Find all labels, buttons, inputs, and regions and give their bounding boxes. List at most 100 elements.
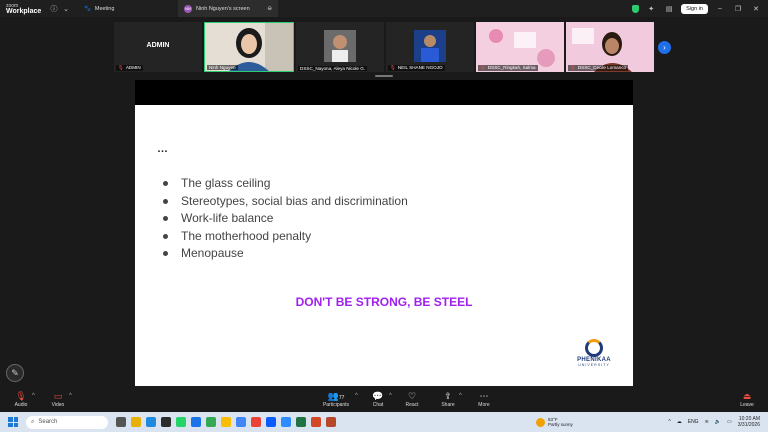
battery-icon[interactable]: ▭ (727, 419, 732, 425)
system-tray: ^ ☁ ENG ≋ 🔈 ▭ 10:20 AM 3/31/2026 (668, 416, 768, 428)
react-button[interactable]: ♡ React (397, 390, 427, 408)
more-options-icon[interactable]: ⊖ (267, 6, 272, 12)
mic-off-icon: 🎙 (390, 65, 396, 70)
resize-handle[interactable] (375, 75, 393, 77)
restore-icon[interactable]: ❐ (732, 5, 744, 13)
title-bar-right: ✦ ▤ Sign in – ❐ ✕ (632, 3, 768, 15)
close-icon[interactable]: ✕ (750, 5, 762, 13)
participant-name-label: Ninh Nguyen (207, 65, 238, 70)
participant-tile-active[interactable]: Ninh Nguyen (204, 22, 294, 72)
audio-label: Audio (14, 402, 28, 408)
participant-name-label: 🎙 DSSC_Cecile Lomanco (568, 65, 629, 71)
participant-name-label: DSSC_Nayona, Aleya Nicole G. (298, 66, 368, 71)
logo-sub: UNIVERSITY (578, 363, 610, 367)
participants-label: Participants (322, 402, 350, 408)
tab-screen-share[interactable]: NN Ninh Nguyen's screen ⊖ (178, 0, 278, 17)
slide-bullet: Menopause (163, 245, 408, 263)
participant-tile[interactable]: ADMIN 🎙 ADMIN (114, 22, 202, 72)
participant-tile[interactable]: 🎙 NEIL SHANE NGOJO (386, 22, 474, 72)
chevron-right-icon[interactable]: › (658, 41, 671, 54)
chrome-icon[interactable] (251, 417, 261, 427)
avatar: NN (184, 4, 192, 13)
mic-off-icon: 🎙 (480, 65, 486, 70)
chat-label: Chat (372, 402, 384, 408)
participant-strip: ADMIN 🎙 ADMIN Ninh Nguyen DSSC_Nayona, Al… (0, 17, 768, 77)
task-view-icon[interactable] (116, 417, 126, 427)
paw-icon: 🐾 (84, 5, 91, 12)
slide-bullet: The glass ceiling (163, 175, 408, 193)
zoom-app-icon[interactable] (266, 417, 276, 427)
shared-screen-top-bar (135, 80, 633, 105)
phenikaa-logo: PHENIKAA UNIVERSITY (567, 339, 621, 367)
title-bar: zoom Workplace ⓘ ⌄ 🐾 Meeting NN Ninh Ngu… (0, 0, 768, 17)
taskbar-apps (116, 417, 336, 427)
logo-icon (585, 339, 603, 357)
wifi-icon[interactable]: ≋ (705, 419, 709, 425)
edge-icon[interactable] (146, 417, 156, 427)
brand-line2: Workplace (6, 7, 42, 15)
bullet-dot-icon (163, 233, 168, 239)
taskbar-search[interactable]: ⌕ Search (26, 415, 108, 429)
sparkle-icon[interactable]: ✦ (645, 3, 657, 15)
notes-icon[interactable]: ▤ (663, 3, 675, 15)
chrome-icon[interactable] (191, 417, 201, 427)
video-caret-icon[interactable]: ^ (69, 393, 72, 399)
clock-date: 3/31/2026 (737, 422, 760, 428)
weather-desc: Partly sunny (548, 422, 573, 427)
clock[interactable]: 10:20 AM 3/31/2026 (738, 416, 760, 428)
windows-start-icon[interactable] (8, 417, 18, 427)
audio-caret-icon[interactable]: ^ (32, 393, 35, 399)
chevron-down-icon[interactable]: ⌄ (60, 3, 72, 15)
chrome-icon[interactable] (206, 417, 216, 427)
info-icon[interactable]: ⓘ (48, 3, 60, 15)
bullet-dot-icon (163, 181, 168, 187)
search-placeholder: Search (38, 419, 58, 425)
shield-icon[interactable] (632, 4, 640, 13)
mic-off-icon: 🎙 (570, 65, 576, 70)
heart-icon: ♡ (407, 391, 417, 401)
participant-name-label: 🎙 DSSC_Ringkah, Salma (478, 65, 538, 71)
annotate-pen-icon[interactable]: ✎ (6, 364, 24, 382)
minimize-icon[interactable]: – (714, 5, 726, 12)
bullet-dot-icon (163, 251, 168, 257)
app-icon[interactable] (161, 417, 171, 427)
more-icon: ⋯ (479, 391, 489, 401)
chrome-icon[interactable] (236, 417, 246, 427)
react-label: React (405, 402, 419, 408)
participant-tile[interactable]: 🎙 DSSC_Cecile Lomanco (566, 22, 654, 72)
share-caret-icon[interactable]: ^ (459, 393, 462, 399)
cloud-icon[interactable]: ☁ (677, 419, 682, 425)
app-icon[interactable] (281, 417, 291, 427)
slide-tagline: DON'T BE STRONG, BE STEEL (295, 295, 473, 309)
chrome-icon[interactable] (221, 417, 231, 427)
video-label: Video (51, 402, 65, 408)
leave-button[interactable]: ⏏ Leave (732, 390, 762, 408)
participant-tile[interactable]: 🎙 DSSC_Ringkah, Salma (476, 22, 564, 72)
leave-icon: ⏏ (742, 391, 752, 401)
more-label: More (478, 402, 490, 408)
participant-center-name: ADMIN (146, 42, 170, 49)
file-explorer-icon[interactable] (131, 417, 141, 427)
slide-bullet: Stereotypes, social bias and discriminat… (163, 193, 408, 211)
excel-icon[interactable] (296, 417, 306, 427)
participant-video (324, 30, 356, 62)
chevron-up-icon[interactable]: ^ (668, 419, 670, 425)
slide-bullet: Work-life balance (163, 210, 408, 228)
sun-icon (536, 417, 545, 427)
zoom-brand: zoom Workplace (0, 3, 48, 15)
meeting-toolbar: 🎙 Audio ^ ▭ Video ^ 👥77 Participants ^ 💬… (0, 388, 768, 412)
participants-caret-icon[interactable]: ^ (355, 393, 358, 399)
tab-meeting[interactable]: 🐾 Meeting (78, 0, 178, 17)
powerpoint-icon[interactable] (311, 417, 321, 427)
chat-caret-icon[interactable]: ^ (389, 393, 392, 399)
weather-widget[interactable]: 83°F Partly sunny (536, 417, 573, 427)
app-icon[interactable] (326, 417, 336, 427)
sign-in-button[interactable]: Sign in (681, 3, 708, 14)
more-button[interactable]: ⋯ More (469, 390, 499, 408)
windows-taskbar: ⌕ Search 83°F Partly sunny ^ ☁ ENG ≋ 🔈 ▭… (0, 412, 768, 432)
language-indicator[interactable]: ENG (688, 419, 699, 425)
participants-button[interactable]: 👥77 Participants (319, 390, 353, 408)
whatsapp-icon[interactable] (176, 417, 186, 427)
participant-tile[interactable]: DSSC_Nayona, Aleya Nicole G. (296, 22, 384, 72)
volume-icon[interactable]: 🔈 (715, 419, 721, 425)
